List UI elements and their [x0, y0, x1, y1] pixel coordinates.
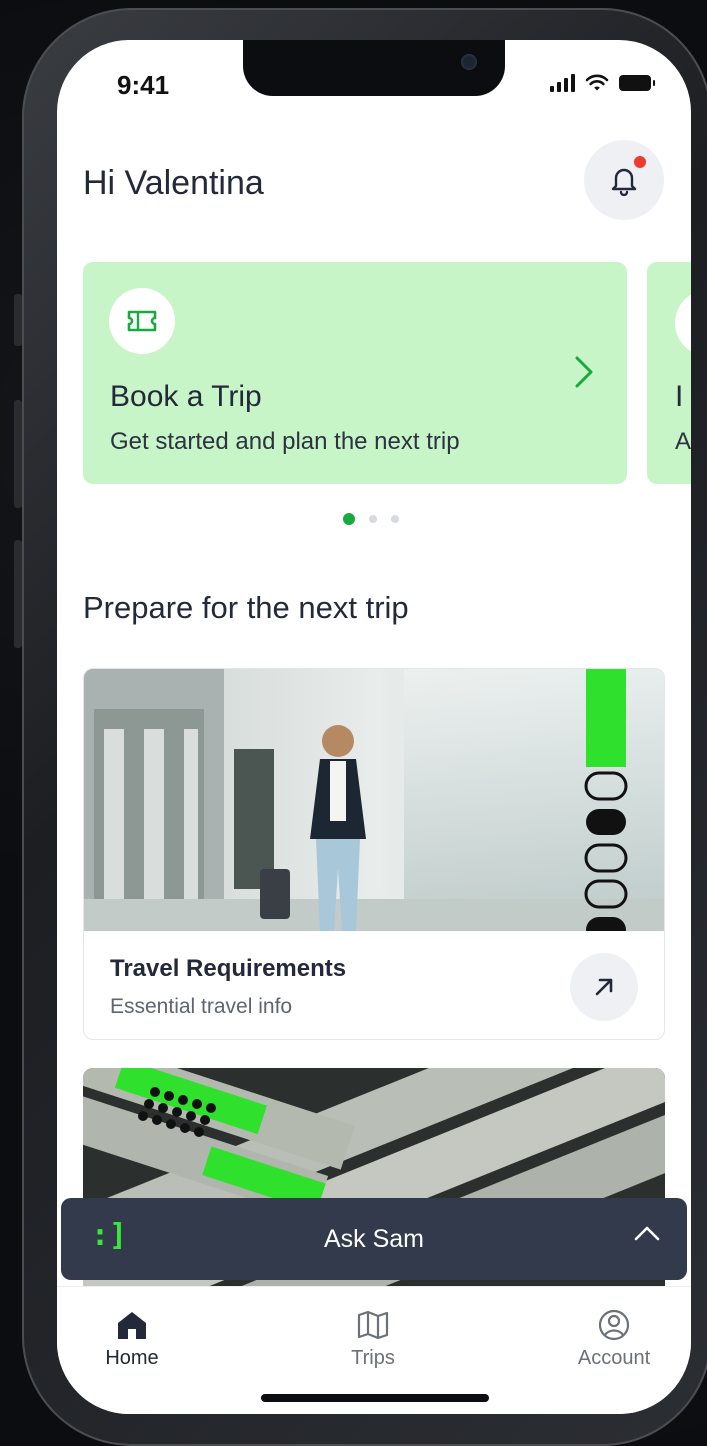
greeting: Hi Valentina: [83, 164, 264, 202]
sam-logo: :]: [91, 1218, 128, 1253]
pagination-dot-active[interactable]: [343, 513, 355, 525]
pagination-dot[interactable]: [391, 515, 399, 523]
notifications-button[interactable]: [584, 140, 664, 220]
signal-icon: [550, 74, 575, 92]
phone-side-button: [14, 540, 22, 648]
chevron-up-icon: [634, 1226, 660, 1241]
home-indicator: [261, 1394, 489, 1402]
tab-label: Account: [577, 1347, 651, 1369]
tab-label: Trips: [351, 1347, 395, 1369]
notch: [243, 40, 505, 96]
pagination-dot[interactable]: [369, 515, 377, 523]
ask-sam-bar[interactable]: :] Ask Sam: [61, 1198, 687, 1280]
next-card-subtitle: A: [675, 428, 691, 455]
home-icon: [118, 1312, 146, 1339]
carousel-pagination: [343, 513, 399, 525]
bell-icon: [611, 168, 637, 196]
ticket-icon: [109, 288, 175, 354]
tab-trips[interactable]: Trips: [313, 1309, 433, 1370]
next-card-title: I: [675, 380, 684, 413]
battery-icon: [619, 75, 655, 91]
notification-badge: [634, 156, 646, 168]
next-card[interactable]: I A: [647, 262, 691, 484]
phone-side-button: [14, 294, 22, 346]
carousel: Book a Trip Get started and plan the nex…: [83, 262, 691, 484]
map-icon: [357, 1310, 389, 1340]
book-trip-card[interactable]: Book a Trip Get started and plan the nex…: [83, 262, 627, 484]
card-subtitle: Get started and plan the next trip: [110, 428, 460, 455]
account-icon: [598, 1309, 630, 1341]
tab-account[interactable]: Account: [554, 1309, 674, 1370]
ask-sam-label: Ask Sam: [323, 1224, 425, 1253]
phone-side-button: [14, 400, 22, 508]
camera: [461, 54, 477, 70]
status-time: 9:41: [117, 70, 170, 100]
tab-label: Home: [105, 1347, 159, 1369]
wifi-icon: [585, 74, 609, 91]
tab-home[interactable]: Home: [72, 1309, 192, 1370]
card-title: Book a Trip: [110, 380, 262, 413]
section-title: Prepare for the next trip: [83, 590, 409, 625]
info-card-title: Travel Requirements: [110, 955, 347, 982]
chevron-right-icon: [575, 356, 593, 388]
traveler-photo: [84, 669, 664, 931]
app-screen: 9:41 Hi Valentina Book a Trip Get starte…: [57, 40, 691, 1414]
status-icons: [550, 74, 655, 92]
travel-requirements-card[interactable]: Travel Requirements Essential travel inf…: [83, 668, 665, 1040]
info-card-subtitle: Essential travel info: [110, 995, 293, 1018]
open-link-button[interactable]: [570, 953, 638, 1021]
next-card-icon: [675, 290, 691, 356]
arrow-up-right-icon: [595, 978, 613, 996]
